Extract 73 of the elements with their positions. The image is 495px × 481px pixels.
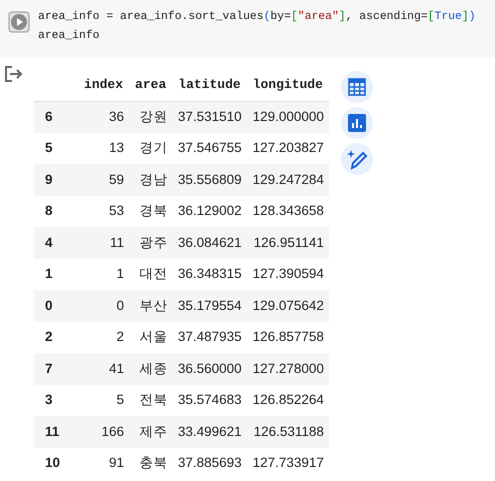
table-cell: 126.951141	[246, 227, 329, 258]
table-cell: 129.247284	[246, 164, 329, 196]
table-cell: 5	[78, 384, 130, 416]
table-cell: 127.203827	[246, 132, 329, 164]
table-cell: 166	[78, 416, 130, 448]
table-cell: 세종	[129, 353, 172, 384]
row-label: 3	[34, 384, 78, 416]
table-cell: 13	[78, 132, 130, 164]
table-cell: 36.560000	[172, 353, 247, 384]
table-cell: 126.531188	[246, 416, 329, 448]
table-cell: 충북	[129, 448, 172, 479]
row-label: 2	[34, 322, 78, 353]
suggest-button[interactable]	[340, 143, 373, 175]
table-cell: 부산	[129, 290, 172, 322]
row-label: 0	[34, 290, 78, 322]
table-cell: 대전	[129, 258, 172, 290]
table-cell: 127.390594	[246, 258, 329, 290]
table-cell: 59	[78, 164, 130, 196]
table-cell: 광주	[129, 227, 172, 258]
table-cell: 33.499621	[172, 416, 247, 448]
row-label: 11	[34, 416, 78, 448]
table-cell: 129.075642	[246, 290, 329, 322]
table-cell: 91	[78, 448, 130, 479]
table-cell: 127.278000	[246, 353, 329, 384]
row-label: 9	[34, 164, 78, 196]
table-cell: 35.574683	[172, 384, 247, 416]
row-label: 7	[34, 353, 78, 384]
row-label: 6	[34, 101, 78, 132]
table-cell: 36.084621	[172, 227, 247, 258]
table-icon	[348, 78, 366, 96]
table-cell: 37.546755	[172, 132, 247, 164]
table-cell: 0	[78, 290, 130, 322]
table-cell: 제주	[129, 416, 172, 448]
table-cell: 경북	[129, 196, 172, 227]
row-label: 10	[34, 448, 78, 479]
table-cell: 37.487935	[172, 322, 247, 353]
table-cell: 128.343658	[246, 196, 329, 227]
output-icon	[4, 65, 24, 83]
table-cell: 경남	[129, 164, 172, 196]
chart-button[interactable]	[340, 107, 373, 139]
table-cell: 강원	[129, 101, 172, 132]
table-cell: 2	[78, 322, 130, 353]
table-cell: 126.857758	[246, 322, 329, 353]
column-header: area	[129, 71, 172, 101]
table-cell: 35.556809	[172, 164, 247, 196]
column-header: index	[78, 71, 130, 101]
table-cell: 35.179554	[172, 290, 247, 322]
table-cell: 36	[78, 101, 130, 132]
row-label: 5	[34, 132, 78, 164]
column-header: longitude	[246, 71, 329, 101]
table-cell: 53	[78, 196, 130, 227]
table-cell: 전북	[129, 384, 172, 416]
run-button[interactable]	[8, 11, 30, 33]
table-cell: 36.348315	[172, 258, 247, 290]
row-label: 4	[34, 227, 78, 258]
table-cell: 126.852264	[246, 384, 329, 416]
bar-chart-icon	[348, 114, 366, 132]
row-label: 8	[34, 196, 78, 227]
row-label: 1	[34, 258, 78, 290]
column-header: latitude	[172, 71, 247, 101]
table-cell: 1	[78, 258, 130, 290]
table-cell: 41	[78, 353, 130, 384]
table-cell: 11	[78, 227, 130, 258]
table-cell: 경기	[129, 132, 172, 164]
table-cell: 서울	[129, 322, 172, 353]
pencil-sparkle-icon	[346, 148, 368, 170]
table-cell: 129.000000	[246, 101, 329, 132]
table-cell: 36.129002	[172, 196, 247, 227]
table-cell: 37.531510	[172, 101, 247, 132]
table-button[interactable]	[340, 71, 373, 103]
table-cell: 127.733917	[246, 448, 329, 479]
table-cell: 37.885693	[172, 448, 247, 479]
code-text: area_info = area_info.sort_values(by=["area"], ascending=[True]) area_info	[38, 10, 476, 44]
